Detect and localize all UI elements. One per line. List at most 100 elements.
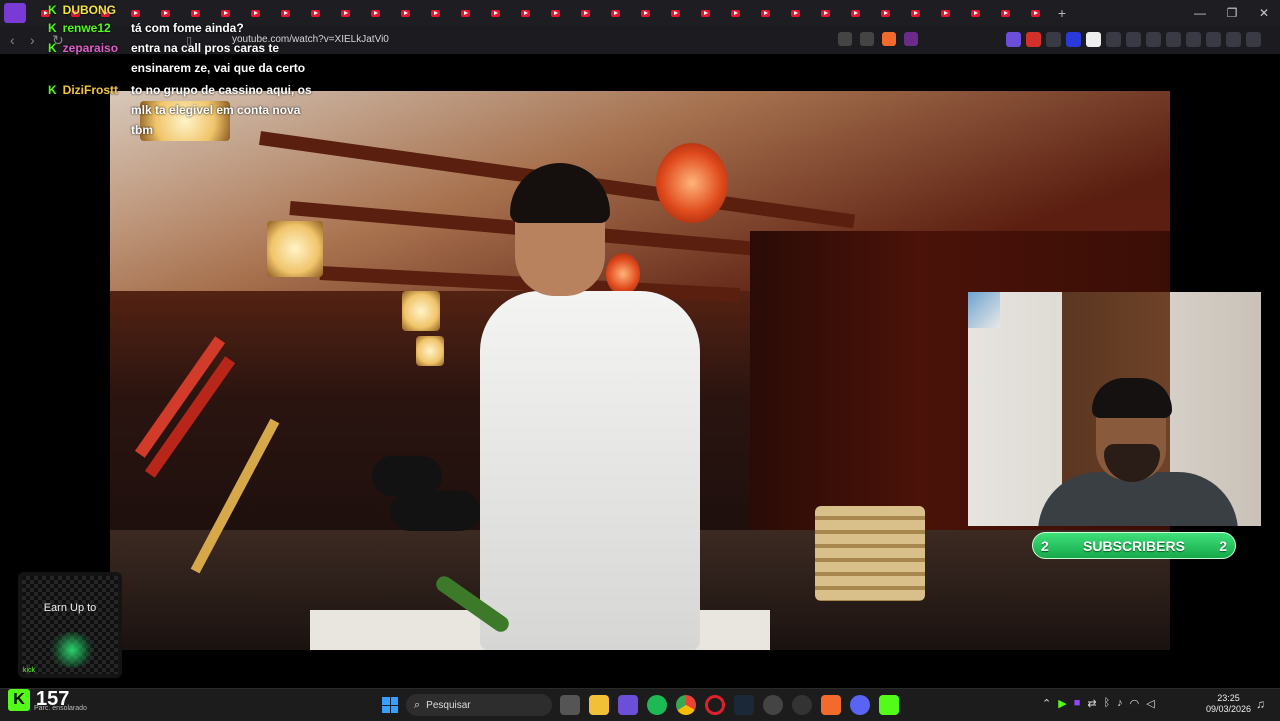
minimize-button[interactable]: —	[1184, 6, 1216, 20]
discord-icon[interactable]	[850, 695, 870, 715]
browser-tab[interactable]	[810, 3, 840, 23]
paper-lantern	[267, 221, 323, 277]
youtube-icon	[700, 9, 710, 17]
browser-tab[interactable]	[600, 3, 630, 23]
browser-tab[interactable]	[420, 3, 450, 23]
browser-tab[interactable]	[720, 3, 750, 23]
opera-icon[interactable]	[705, 695, 725, 715]
wallet-icon[interactable]	[1186, 32, 1201, 47]
browser-tab[interactable]	[570, 3, 600, 23]
red-lantern	[656, 143, 728, 223]
chat-text: to no grupo de cassino aqui, os mlk ta e…	[131, 83, 312, 137]
browser-tab[interactable]	[510, 3, 540, 23]
windows-start-icon[interactable]	[382, 697, 398, 713]
brave-shield-icon[interactable]	[882, 32, 896, 46]
chat-message: Krenwe12 tá com fome ainda?	[48, 18, 244, 38]
share-icon[interactable]	[860, 32, 874, 46]
notification-bell-icon[interactable]: ♫	[1256, 697, 1265, 711]
browser-tab[interactable]	[900, 3, 930, 23]
brave-rewards-icon[interactable]	[904, 32, 918, 46]
microphone-icon[interactable]: ♪	[1117, 697, 1123, 710]
twitch-icon[interactable]: ■	[1074, 697, 1081, 710]
taskbar-clock[interactable]: 23:25 09/03/2026	[1206, 693, 1251, 715]
browser-tab[interactable]	[990, 3, 1020, 23]
taskbar-search[interactable]: ⌕ Pesquisar	[406, 694, 552, 716]
paper-lantern	[416, 336, 444, 366]
chat-message: K DUBONG	[48, 0, 135, 20]
youtube-icon	[640, 9, 650, 17]
extension-icon[interactable]	[1046, 32, 1061, 47]
kick-logo-icon: K	[8, 688, 30, 711]
play-icon[interactable]: ▶	[1058, 697, 1066, 710]
sidebar-icon[interactable]	[1166, 32, 1181, 47]
back-icon[interactable]: ‹	[10, 32, 15, 48]
youtube-icon	[550, 9, 560, 17]
browser-tab[interactable]	[330, 3, 360, 23]
chat-username[interactable]: DUBONG	[63, 0, 135, 20]
youtube-icon	[940, 9, 950, 17]
chrome-icon[interactable]	[676, 695, 696, 715]
music-icon[interactable]	[1146, 32, 1161, 47]
youtube-icon	[310, 9, 320, 17]
youtube-icon	[430, 9, 440, 17]
screenshot-icon[interactable]	[1126, 32, 1141, 47]
extension-icon[interactable]	[1006, 32, 1021, 47]
browser-tab[interactable]	[960, 3, 990, 23]
browser-tab[interactable]	[780, 3, 810, 23]
network-app-icon[interactable]: ⇄	[1087, 697, 1096, 710]
extension-icon[interactable]	[1066, 32, 1081, 47]
browser-tab[interactable]	[450, 3, 480, 23]
apps-grid-icon[interactable]	[618, 695, 638, 715]
cast-icon[interactable]	[838, 32, 852, 46]
subscribers-count-left: 2	[1041, 537, 1049, 554]
chat-username[interactable]: renwe12	[63, 18, 135, 38]
browser-tab[interactable]	[660, 3, 690, 23]
task-view-icon[interactable]	[560, 695, 580, 715]
puzzle-extensions-icon[interactable]	[1106, 32, 1121, 47]
recorder-icon[interactable]	[763, 695, 783, 715]
forward-icon[interactable]: ›	[30, 32, 35, 48]
tray-overflow-icon[interactable]: ⌃	[1042, 697, 1051, 710]
app-icon[interactable]	[792, 695, 812, 715]
vpn-icon[interactable]	[1226, 32, 1241, 47]
youtube-icon	[490, 9, 500, 17]
chef-glove	[390, 491, 480, 531]
browser-tab[interactable]	[1020, 3, 1050, 23]
youtube-icon	[760, 9, 770, 17]
browser-tab[interactable]	[630, 3, 660, 23]
kick-app-icon[interactable]	[879, 695, 899, 715]
wifi-icon[interactable]: ◠	[1130, 697, 1140, 710]
browser-tab[interactable]	[480, 3, 510, 23]
menu-icon[interactable]	[1246, 32, 1261, 47]
chef-glove	[372, 456, 442, 496]
kick-badge-icon: K	[48, 83, 57, 97]
volume-icon[interactable]: ◁	[1146, 697, 1154, 710]
tab-actions-icon[interactable]	[4, 3, 26, 23]
youtube-icon	[400, 9, 410, 17]
bluetooth-icon[interactable]: ᛒ	[1104, 697, 1111, 710]
browser-tab[interactable]	[750, 3, 780, 23]
youtube-icon	[580, 9, 590, 17]
search-placeholder: Pesquisar	[426, 699, 471, 711]
browser-tab[interactable]	[870, 3, 900, 23]
maximize-button[interactable]: ❐	[1216, 6, 1248, 20]
new-tab-button[interactable]: +	[1050, 5, 1074, 21]
chat-username[interactable]: zeparaiso	[63, 38, 135, 58]
browser-tab[interactable]	[390, 3, 420, 23]
qr-text: Earn Up to	[43, 602, 97, 614]
qr-glow	[50, 632, 94, 668]
browser-tab[interactable]	[930, 3, 960, 23]
file-explorer-icon[interactable]	[589, 695, 609, 715]
steam-icon[interactable]	[734, 695, 754, 715]
brave-icon[interactable]	[821, 695, 841, 715]
browser-tab[interactable]	[840, 3, 870, 23]
browser-tab[interactable]	[540, 3, 570, 23]
browser-tab[interactable]	[360, 3, 390, 23]
leo-ai-icon[interactable]	[1206, 32, 1221, 47]
close-window-button[interactable]: ✕	[1248, 6, 1280, 20]
extension-icon[interactable]	[1026, 32, 1041, 47]
extension-icon[interactable]	[1086, 32, 1101, 47]
browser-tab[interactable]	[690, 3, 720, 23]
spotify-icon[interactable]	[647, 695, 667, 715]
chat-username[interactable]: DiziFrostt	[63, 80, 135, 100]
